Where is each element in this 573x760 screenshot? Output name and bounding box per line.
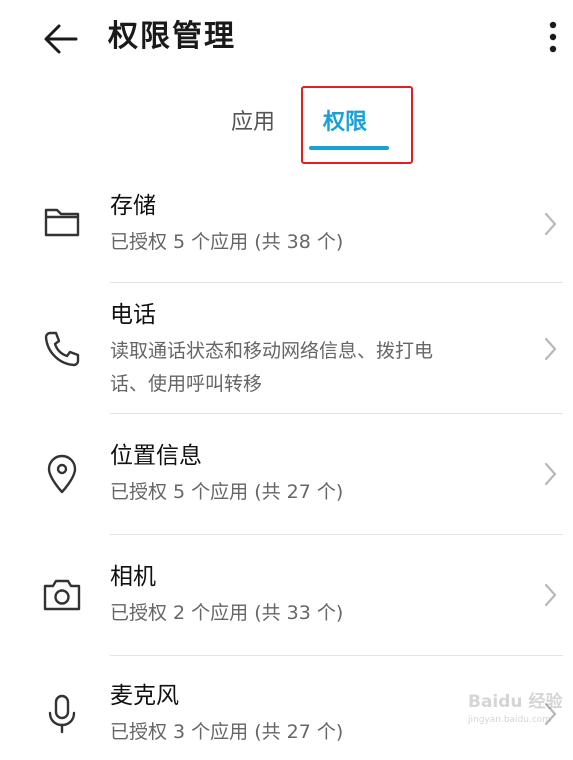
more-options-button[interactable]: [538, 18, 568, 56]
permission-subtitle: 已授权 5 个应用 (共 38 个): [110, 231, 344, 253]
microphone-icon: [48, 694, 76, 734]
folder-icon: [44, 208, 80, 237]
permission-subtitle-line2: 话、使用呼叫转移: [110, 373, 263, 395]
more-vertical-icon: [549, 21, 557, 53]
permission-subtitle: 已授权 2 个应用 (共 33 个): [110, 602, 344, 624]
permission-subtitle: 已授权 3 个应用 (共 27 个): [110, 721, 344, 743]
list-item-phone[interactable]: 电话 读取通话状态和移动网络信息、拨打电 话、使用呼叫转移: [0, 283, 573, 413]
chevron-right-icon: [544, 583, 557, 607]
camera-icon: [43, 579, 81, 611]
app-bar: 权限管理: [0, 0, 573, 80]
page-title: 权限管理: [108, 19, 236, 54]
list-item-location[interactable]: 位置信息 已授权 5 个应用 (共 27 个): [0, 414, 573, 534]
permission-title: 麦克风: [110, 683, 179, 709]
permission-title: 位置信息: [110, 443, 202, 469]
back-arrow-icon: [44, 24, 78, 54]
phone-icon: [44, 331, 80, 367]
permission-subtitle: 已授权 5 个应用 (共 27 个): [110, 481, 344, 503]
chevron-right-icon: [544, 212, 557, 236]
permission-title: 相机: [110, 564, 156, 590]
list-item-storage[interactable]: 存储 已授权 5 个应用 (共 38 个): [0, 170, 573, 282]
location-pin-icon: [47, 454, 77, 494]
back-button[interactable]: [40, 18, 82, 60]
list-item-camera[interactable]: 相机 已授权 2 个应用 (共 33 个): [0, 535, 573, 655]
watermark: Baidu 经验 jingyan.baidu.com: [468, 690, 568, 750]
tab-bar: 应用 权限: [0, 86, 573, 166]
permission-subtitle-line1: 读取通话状态和移动网络信息、拨打电: [110, 340, 434, 362]
watermark-text: Baidu 经验: [468, 692, 563, 712]
permission-title: 电话: [110, 302, 156, 328]
chevron-right-icon: [544, 337, 557, 361]
tab-apps[interactable]: 应用: [231, 108, 275, 138]
chevron-right-icon: [544, 462, 557, 486]
watermark-subtext: jingyan.baidu.com: [468, 715, 552, 725]
permission-title: 存储: [110, 193, 156, 219]
highlight-box: [301, 86, 413, 164]
